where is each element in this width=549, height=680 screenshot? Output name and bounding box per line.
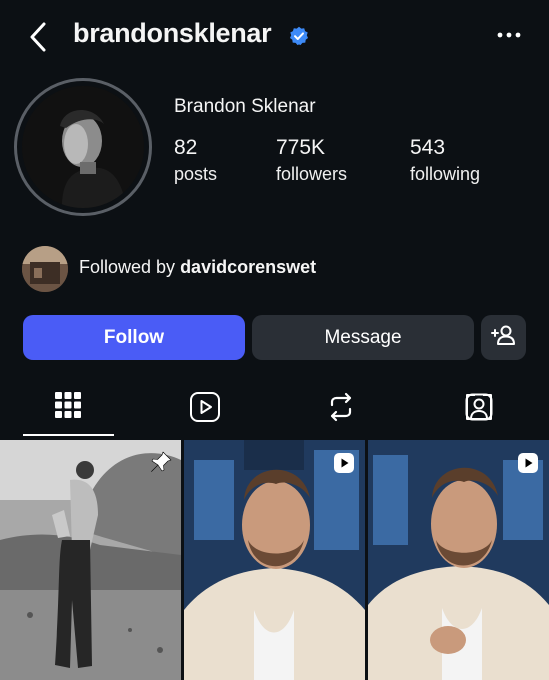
tab-reels[interactable]	[145, 384, 265, 440]
posts-label: posts	[174, 164, 218, 184]
pinned-icon	[149, 450, 173, 474]
following-label: following	[410, 164, 481, 184]
message-button[interactable]: Message	[252, 315, 474, 360]
followed-by-prefix: Followed by	[79, 257, 181, 277]
reels-icon	[189, 384, 221, 428]
repost-icon	[326, 384, 356, 428]
tab-reposts[interactable]	[281, 384, 401, 440]
profile-username: brandonsklenar	[73, 18, 272, 48]
posts-stat[interactable]: 82 posts	[174, 136, 217, 185]
follow-button[interactable]: Follow	[23, 315, 245, 360]
profile-avatar[interactable]	[22, 86, 144, 208]
posts-count: 82	[174, 136, 198, 159]
add-person-icon	[490, 324, 517, 352]
grid-post-3[interactable]	[368, 440, 549, 680]
reel-indicator-icon	[333, 452, 355, 474]
profile-full-name: Brandon Sklenar	[174, 96, 316, 117]
more-options-icon[interactable]	[496, 26, 522, 44]
mutual-follower-avatar[interactable]	[22, 246, 68, 292]
back-icon[interactable]	[24, 20, 54, 54]
tab-tagged[interactable]	[419, 384, 539, 440]
reel-indicator-icon	[517, 452, 539, 474]
followed-by-text[interactable]: Followed by davidcorenswet	[79, 257, 316, 278]
followers-label: followers	[276, 164, 348, 184]
tagged-icon	[463, 384, 495, 428]
following-stat[interactable]: 543 following	[410, 136, 480, 185]
followers-stat[interactable]: 775K followers	[276, 136, 347, 185]
grid-post-1[interactable]	[0, 440, 181, 680]
grid-post-2[interactable]	[184, 440, 365, 680]
verified-badge-icon	[289, 26, 309, 46]
followed-by-username[interactable]: davidcorenswet	[180, 257, 316, 277]
followers-count: 775K	[276, 136, 326, 159]
grid-icon	[54, 384, 82, 424]
following-count: 543	[410, 136, 446, 159]
active-tab-indicator	[23, 434, 114, 436]
suggested-users-button[interactable]	[481, 315, 526, 360]
tab-posts-grid[interactable]	[8, 384, 128, 440]
